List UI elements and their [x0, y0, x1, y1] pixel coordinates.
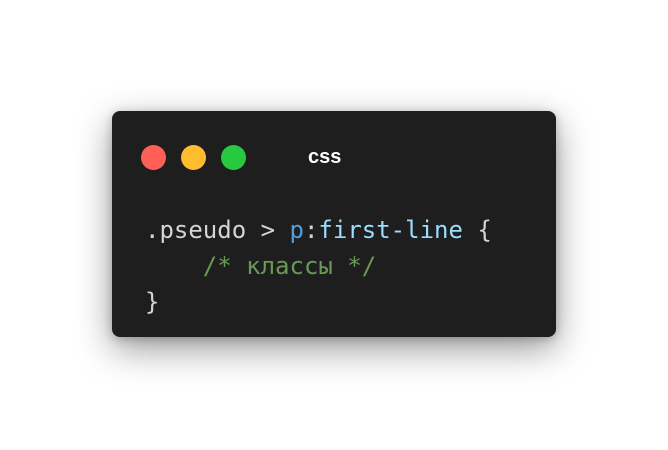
css-pseudo-colon: : — [303, 216, 319, 244]
css-comment: /* классы */ — [202, 252, 377, 280]
minimize-button[interactable] — [181, 145, 206, 170]
css-element: p — [289, 216, 304, 244]
code-block: .pseudo > p:first-line { /* классы */} — [145, 212, 492, 320]
window-title: css — [308, 146, 342, 168]
code-line-2: /* классы */ — [145, 248, 492, 284]
css-pseudo-element: first-line — [318, 216, 463, 244]
window-titlebar: css — [112, 111, 556, 201]
css-selector: .pseudo — [145, 216, 247, 244]
code-line-3: } — [145, 284, 492, 320]
canvas: css .pseudo > p:first-line { /* классы *… — [0, 0, 668, 450]
css-brace-open: { — [462, 216, 492, 244]
close-button[interactable] — [141, 145, 166, 170]
code-line-1: .pseudo > p:first-line { — [145, 212, 492, 248]
css-combinator: > — [246, 216, 290, 244]
maximize-button[interactable] — [221, 145, 246, 170]
css-brace-close: } — [145, 288, 160, 316]
code-window: css .pseudo > p:first-line { /* классы *… — [112, 111, 556, 337]
